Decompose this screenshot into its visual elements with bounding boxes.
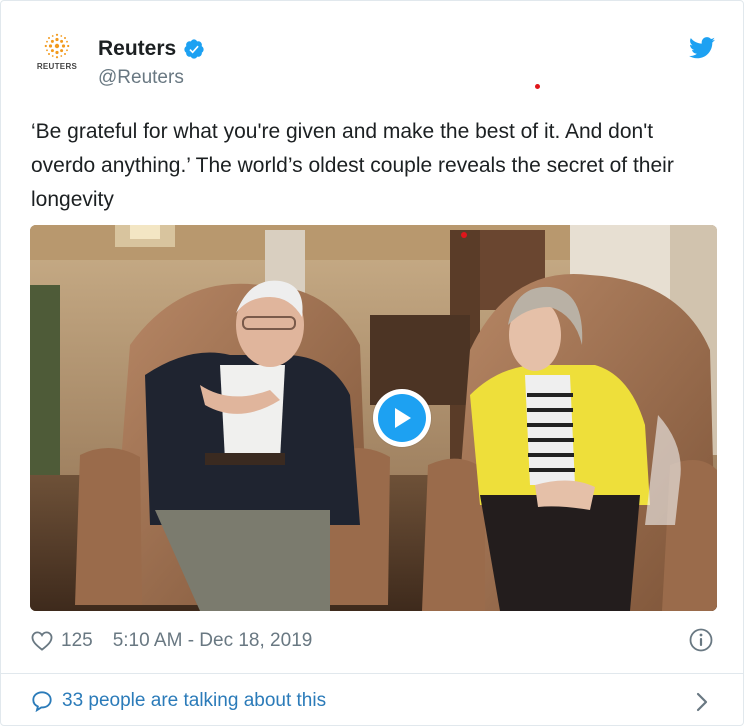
video-player[interactable]	[30, 225, 717, 611]
timestamp[interactable]: 5:10 AM - Dec 18, 2019	[113, 630, 313, 652]
tweet-card[interactable]: REUTERS Reuters @Reuters ‘Be grateful fo…	[0, 0, 744, 726]
play-icon	[378, 394, 426, 442]
reuters-logo-icon	[44, 33, 70, 59]
name-row[interactable]: Reuters	[98, 37, 205, 61]
twitter-bird-icon[interactable]	[689, 37, 715, 59]
logo-text: REUTERS	[36, 62, 78, 71]
tweet-meta: 125 5:10 AM - Dec 18, 2019	[31, 628, 312, 654]
display-name[interactable]: Reuters	[98, 37, 176, 61]
talking-text[interactable]: 33 people are talking about this	[62, 690, 326, 712]
heart-icon[interactable]	[31, 631, 53, 651]
tweet-header: REUTERS Reuters @Reuters	[1, 1, 744, 101]
avatar[interactable]: REUTERS	[31, 33, 83, 85]
red-dot-marker	[535, 84, 540, 89]
speech-bubble-icon	[32, 691, 52, 712]
info-icon[interactable]	[689, 628, 713, 652]
divider	[1, 673, 744, 674]
like-count[interactable]: 125	[61, 630, 93, 652]
handle[interactable]: @Reuters	[98, 67, 184, 89]
chevron-right-icon[interactable]	[695, 691, 709, 713]
play-button[interactable]	[373, 389, 431, 447]
verified-badge-icon	[184, 39, 204, 59]
conversation-link[interactable]: 33 people are talking about this	[31, 690, 326, 712]
tweet-text: ‘Be grateful for what you're given and m…	[31, 120, 674, 211]
